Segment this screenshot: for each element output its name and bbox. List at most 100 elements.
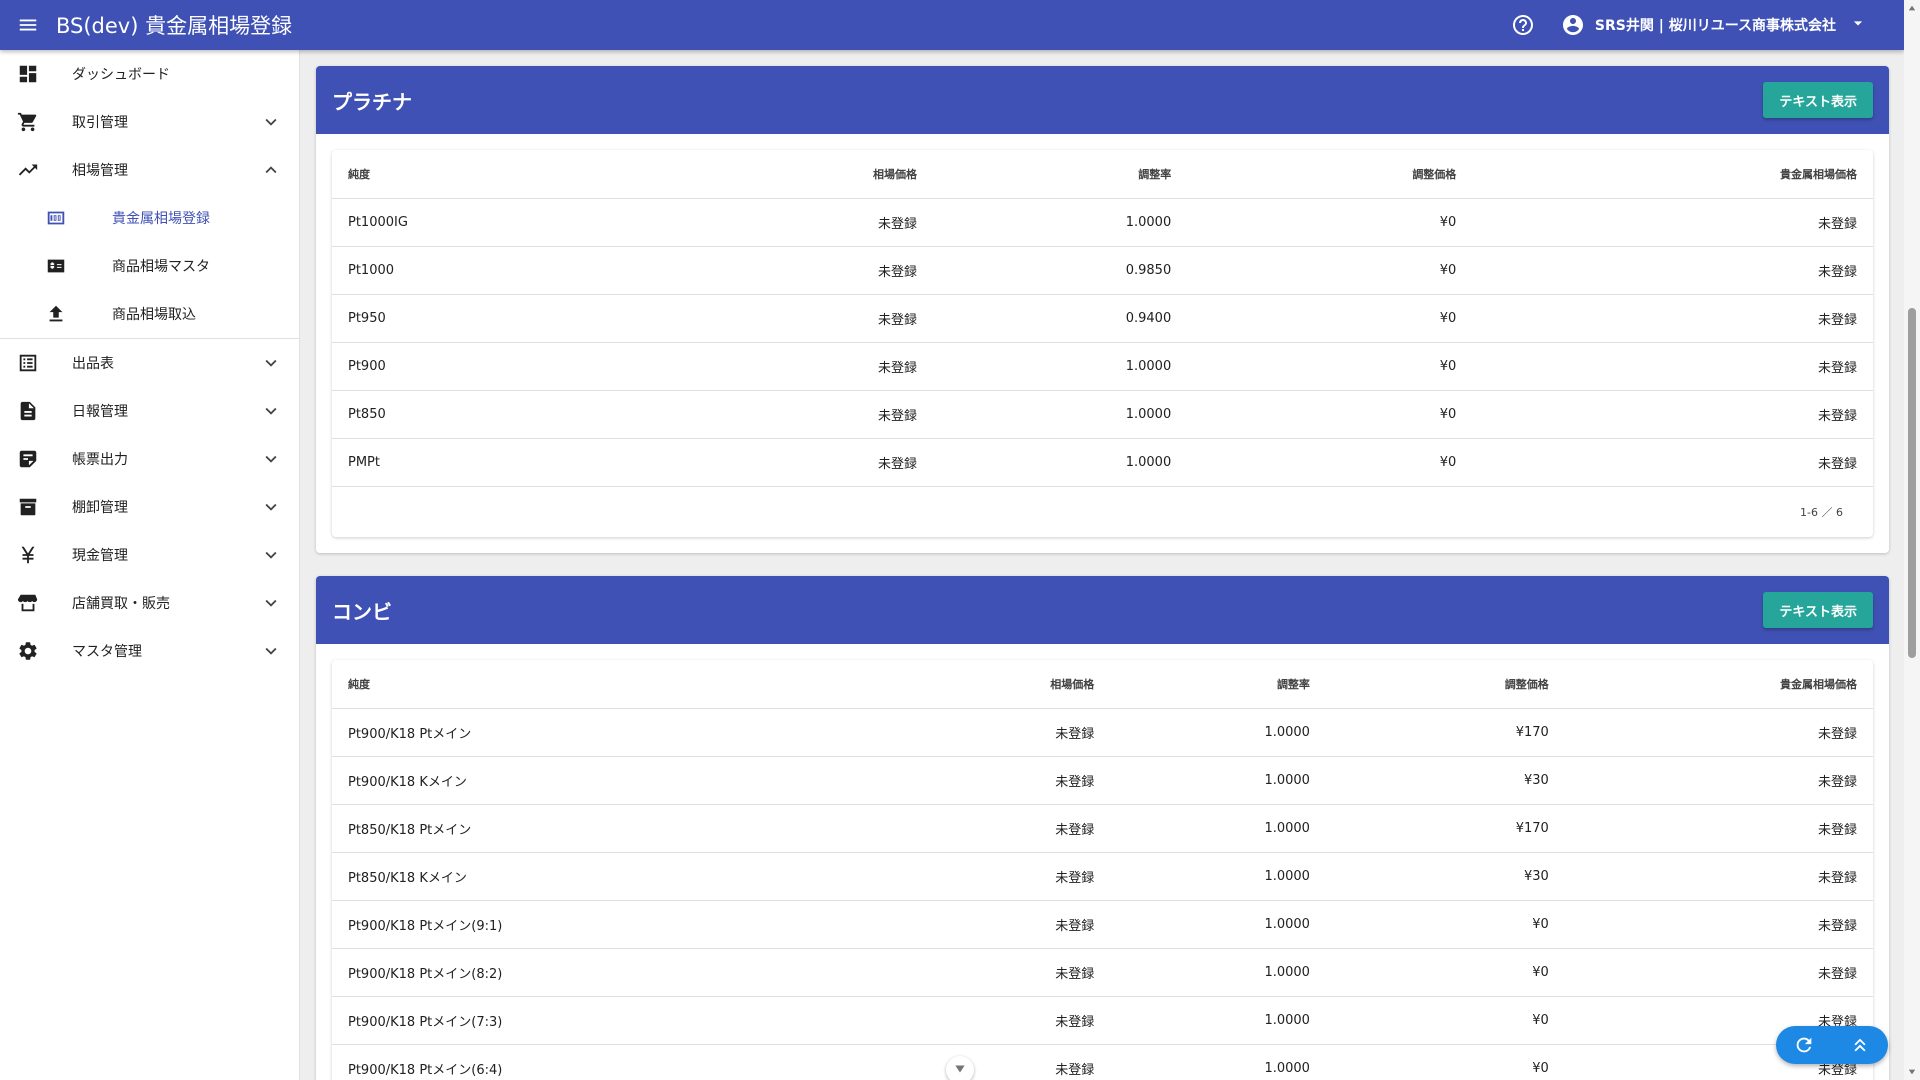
platinum-text-view-button[interactable]: テキスト表示 <box>1763 82 1873 118</box>
market-price-cell: 未登録 <box>948 852 1111 901</box>
sidebar-item-inventory[interactable]: 棚卸管理 <box>0 483 299 531</box>
adjust-rate-cell: 0.9850 <box>932 246 1188 295</box>
column-header: 相場価格 <box>948 660 1111 709</box>
sidebar-item-label: 棚卸管理 <box>72 500 128 516</box>
chevron-down-icon <box>265 118 277 126</box>
table-row[interactable]: Pt900/K18 Ptメイン(9:1) 未登録 1.0000 ¥0 未登録 <box>332 900 1873 949</box>
metal-price-cell: 未登録 <box>1564 900 1873 949</box>
platinum-card-header: プラチナ テキスト表示 <box>316 66 1889 134</box>
floating-action-bar <box>1776 1026 1888 1064</box>
table-row[interactable]: Pt1000 未登録 0.9850 ¥0 未登録 <box>332 246 1873 295</box>
table-row[interactable]: Pt900/K18 Ptメイン 未登録 1.0000 ¥170 未登録 <box>332 708 1873 757</box>
adjust-price-cell: ¥0 <box>1187 438 1473 487</box>
table-row[interactable]: Pt850 未登録 1.0000 ¥0 未登録 <box>332 390 1873 439</box>
scroll-down-arrow-icon[interactable] <box>1908 1068 1916 1076</box>
table-row[interactable]: Pt900 未登録 1.0000 ¥0 未登録 <box>332 342 1873 391</box>
sidebar-item-master[interactable]: マスタ管理 <box>0 627 299 675</box>
note-icon <box>19 450 37 468</box>
column-header: 純度 <box>332 150 795 199</box>
sidebar-item-label: ダッシュボード <box>72 67 170 83</box>
sidebar-item-label: 商品相場マスタ <box>112 259 210 275</box>
table-row[interactable]: Pt900/K18 Kメイン 未登録 1.0000 ¥30 未登録 <box>332 756 1873 805</box>
scroll-top-button[interactable] <box>1849 1034 1871 1056</box>
app-bar: BS(dev) 貴金属相場登録 SRS井関 | 桜川リユース商事株式会社 <box>0 0 1904 50</box>
adjust-rate-cell: 1.0000 <box>1110 708 1326 757</box>
adjust-rate-cell: 1.0000 <box>1110 804 1326 853</box>
sidebar-item-store[interactable]: 店舗買取・販売 <box>0 579 299 627</box>
adjust-price-cell: ¥0 <box>1187 198 1473 247</box>
table-row[interactable]: Pt1000IG 未登録 1.0000 ¥0 未登録 <box>332 198 1873 247</box>
scroll-up-arrow-icon[interactable] <box>1908 4 1916 12</box>
metal-price-cell: 未登録 <box>1564 756 1873 805</box>
sidebar-item-label: 取引管理 <box>72 115 128 131</box>
table-row[interactable]: Pt850/K18 Kメイン 未登録 1.0000 ¥30 未登録 <box>332 852 1873 901</box>
adjust-price-cell: ¥0 <box>1325 996 1565 1045</box>
table-row[interactable]: Pt900/K18 Ptメイン(6:4) 未登録 1.0000 ¥0 未登録 <box>332 1044 1873 1080</box>
column-header: 調整率 <box>932 150 1188 199</box>
table-row[interactable]: PMPt 未登録 1.0000 ¥0 未登録 <box>332 438 1873 487</box>
sidebar-item-listing[interactable]: 出品表 <box>0 339 299 387</box>
platinum-title: プラチナ <box>332 89 412 114</box>
table-row[interactable]: Pt950 未登録 0.9400 ¥0 未登録 <box>332 294 1873 343</box>
market-price-cell: 未登録 <box>948 708 1111 757</box>
table-header-row: 純度 相場価格 調整率 調整価格 貴金属相場価格 <box>332 660 1873 709</box>
purity-cell: Pt900/K18 Ptメイン(7:3) <box>332 996 949 1045</box>
combi-card: コンビ テキスト表示 純度 相場価格 調整率 調整価格 貴金属相場価格 Pt90… <box>316 576 1889 1080</box>
table-row[interactable]: Pt850/K18 Ptメイン 未登録 1.0000 ¥170 未登録 <box>332 804 1873 853</box>
combi-table: 純度 相場価格 調整率 調整価格 貴金属相場価格 Pt900/K18 Ptメイン… <box>332 660 1873 1080</box>
scrollbar-thumb[interactable] <box>1908 308 1916 658</box>
arrow-down-icon <box>955 1065 965 1073</box>
platinum-table: 純度 相場価格 調整率 調整価格 貴金属相場価格 Pt1000IG 未登録 1.… <box>332 150 1873 487</box>
adjust-rate-cell: 1.0000 <box>932 198 1188 247</box>
purity-cell: Pt900/K18 Ptメイン(9:1) <box>332 900 949 949</box>
sidebar-item-label: マスタ管理 <box>72 644 142 660</box>
platinum-card: プラチナ テキスト表示 純度 相場価格 調整率 調整価格 貴金属相場価格 Pt1… <box>316 66 1889 553</box>
sidebar-subitem-product-import[interactable]: 商品相場取込 <box>0 290 299 338</box>
help-icon <box>1512 15 1533 35</box>
refresh-button[interactable] <box>1793 1034 1815 1056</box>
metal-price-cell: 未登録 <box>1472 342 1873 391</box>
chevron-down-icon <box>265 599 277 607</box>
sidebar-item-label: 相場管理 <box>72 163 128 179</box>
help-button[interactable] <box>1503 5 1543 45</box>
combi-text-view-button[interactable]: テキスト表示 <box>1763 592 1873 628</box>
sidebar-subitem-product-master[interactable]: 商品相場マスタ <box>0 242 299 290</box>
sidebar-subitem-precious-metal[interactable]: 貴金属相場登録 <box>0 194 299 242</box>
combi-title: コンビ <box>332 599 392 624</box>
sidebar-item-label: 貴金属相場登録 <box>112 211 210 227</box>
sidebar-item-label: 日報管理 <box>72 404 128 420</box>
sidebar-item-cash[interactable]: 現金管理 <box>0 531 299 579</box>
upload-icon <box>49 305 63 322</box>
column-header: 調整価格 <box>1187 150 1473 199</box>
metal-price-cell: 未登録 <box>1564 708 1873 757</box>
market-price-cell: 未登録 <box>948 900 1111 949</box>
adjust-price-cell: ¥30 <box>1325 852 1565 901</box>
caret-down-icon <box>1853 21 1863 26</box>
sidebar-item-trade[interactable]: 取引管理 <box>0 98 299 146</box>
user-menu[interactable]: SRS井関 | 桜川リユース商事株式会社 <box>1561 12 1868 38</box>
adjust-price-cell: ¥0 <box>1187 294 1473 343</box>
adjust-rate-cell: 1.0000 <box>932 438 1188 487</box>
purity-cell: Pt850/K18 Kメイン <box>332 852 949 901</box>
sidebar-item-market[interactable]: 相場管理 <box>0 146 299 194</box>
chevron-up-icon <box>265 166 277 174</box>
adjust-rate-cell: 1.0000 <box>932 390 1188 439</box>
page-scrollbar[interactable] <box>1904 0 1920 1080</box>
metal-price-cell: 未登録 <box>1472 438 1873 487</box>
chevron-down-icon <box>265 551 277 559</box>
table-row[interactable]: Pt900/K18 Ptメイン(7:3) 未登録 1.0000 ¥0 未登録 <box>332 996 1873 1045</box>
menu-button[interactable] <box>0 0 56 50</box>
metal-price-cell: 未登録 <box>1472 198 1873 247</box>
adjust-price-cell: ¥0 <box>1325 948 1565 997</box>
adjust-rate-cell: 1.0000 <box>1110 996 1326 1045</box>
sidebar-item-dashboard[interactable]: ダッシュボード <box>0 50 299 98</box>
sidebar-item-forms[interactable]: 帳票出力 <box>0 435 299 483</box>
table-row[interactable]: Pt900/K18 Ptメイン(8:2) 未登録 1.0000 ¥0 未登録 <box>332 948 1873 997</box>
market-price-cell: 未登録 <box>794 342 933 391</box>
market-price-cell: 未登録 <box>794 198 933 247</box>
scroll-down-button[interactable] <box>946 1056 974 1080</box>
market-price-cell: 未登録 <box>948 948 1111 997</box>
sidebar-item-daily-report[interactable]: 日報管理 <box>0 387 299 435</box>
market-price-cell: 未登録 <box>948 804 1111 853</box>
market-price-cell: 未登録 <box>794 390 933 439</box>
